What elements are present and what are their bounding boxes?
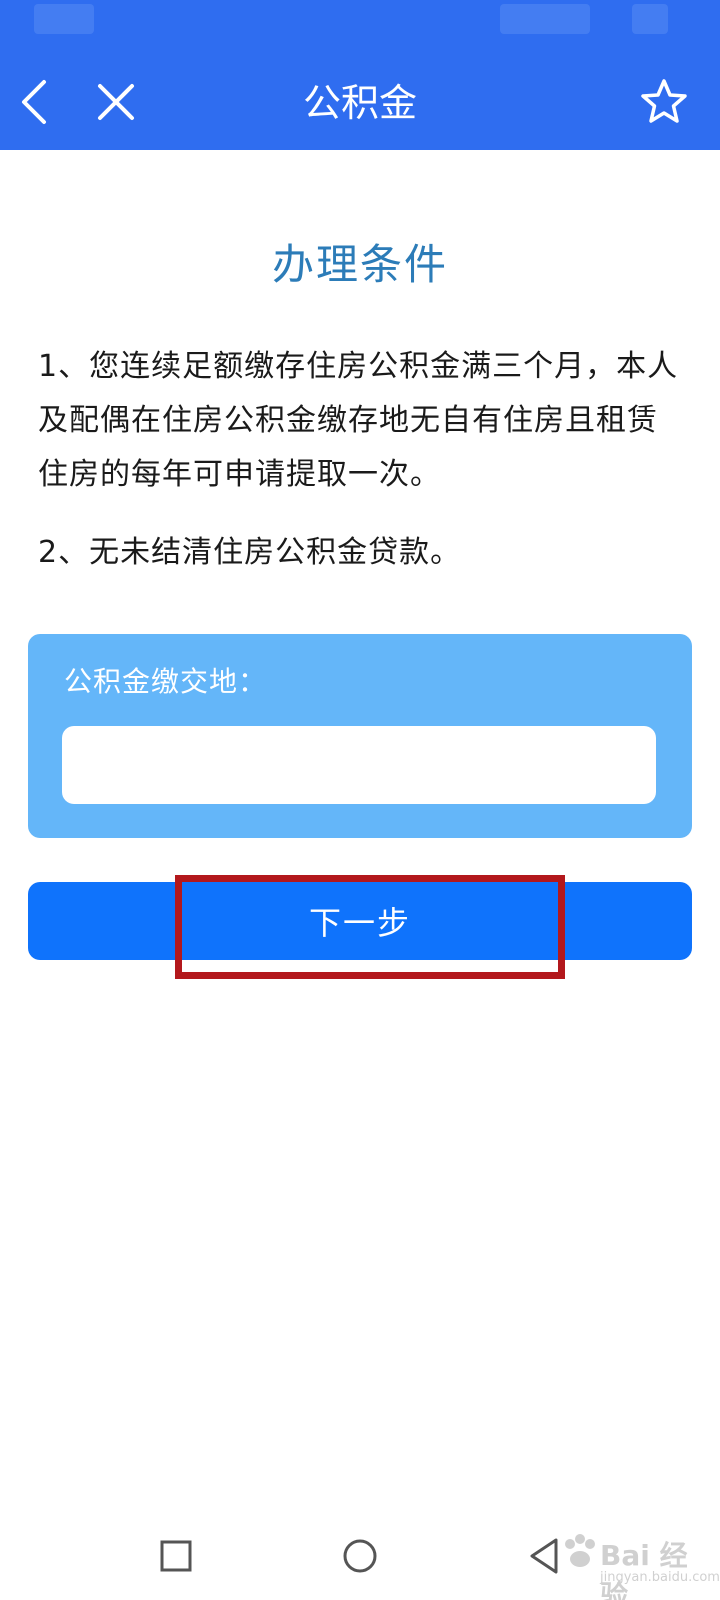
condition-item-2: 2、无未结清住房公积金贷款。 bbox=[38, 535, 462, 570]
condition-item-1: 1、您连续足额缴存住房公积金满三个月，本人及配偶在住房公积金缴存地无自有住房且租… bbox=[38, 349, 679, 492]
star-outline-icon bbox=[641, 79, 687, 123]
region-input[interactable] bbox=[62, 726, 656, 804]
region-card: 公积金缴交地： bbox=[28, 634, 692, 838]
recent-apps-button[interactable] bbox=[146, 1526, 206, 1586]
watermark-url: jingyan.baidu.com bbox=[600, 1570, 720, 1585]
section-title: 办理条件 bbox=[271, 240, 448, 289]
next-step-button[interactable]: 下一步 bbox=[28, 882, 692, 960]
status-bar-blurred-right bbox=[500, 4, 590, 34]
watermark-logo: Bai 经验 jingyan.baidu.com bbox=[560, 1526, 720, 1600]
page-title: 公积金 bbox=[302, 81, 417, 125]
square-icon bbox=[160, 1540, 192, 1572]
app-header: 公积金 bbox=[0, 0, 720, 150]
paw-icon bbox=[565, 1534, 595, 1567]
status-bar-blurred-battery bbox=[632, 4, 668, 34]
home-button[interactable] bbox=[330, 1526, 390, 1586]
watermark-brand: Bai 经验 bbox=[600, 1539, 688, 1600]
circle-icon bbox=[343, 1539, 377, 1573]
favorite-button[interactable] bbox=[636, 74, 692, 130]
conditions-list: 1、您连续足额缴存住房公积金满三个月，本人及配偶在住房公积金缴存地无自有住房且租… bbox=[38, 340, 688, 604]
status-bar-blurred-left bbox=[34, 4, 94, 34]
app-screen: 公积金 办理条件 1、您连续足额缴存住房公积金满三个月，本人及配偶在住房公积金缴… bbox=[0, 0, 720, 1600]
region-label: 公积金缴交地： bbox=[64, 665, 268, 698]
triangle-back-icon bbox=[530, 1538, 558, 1574]
